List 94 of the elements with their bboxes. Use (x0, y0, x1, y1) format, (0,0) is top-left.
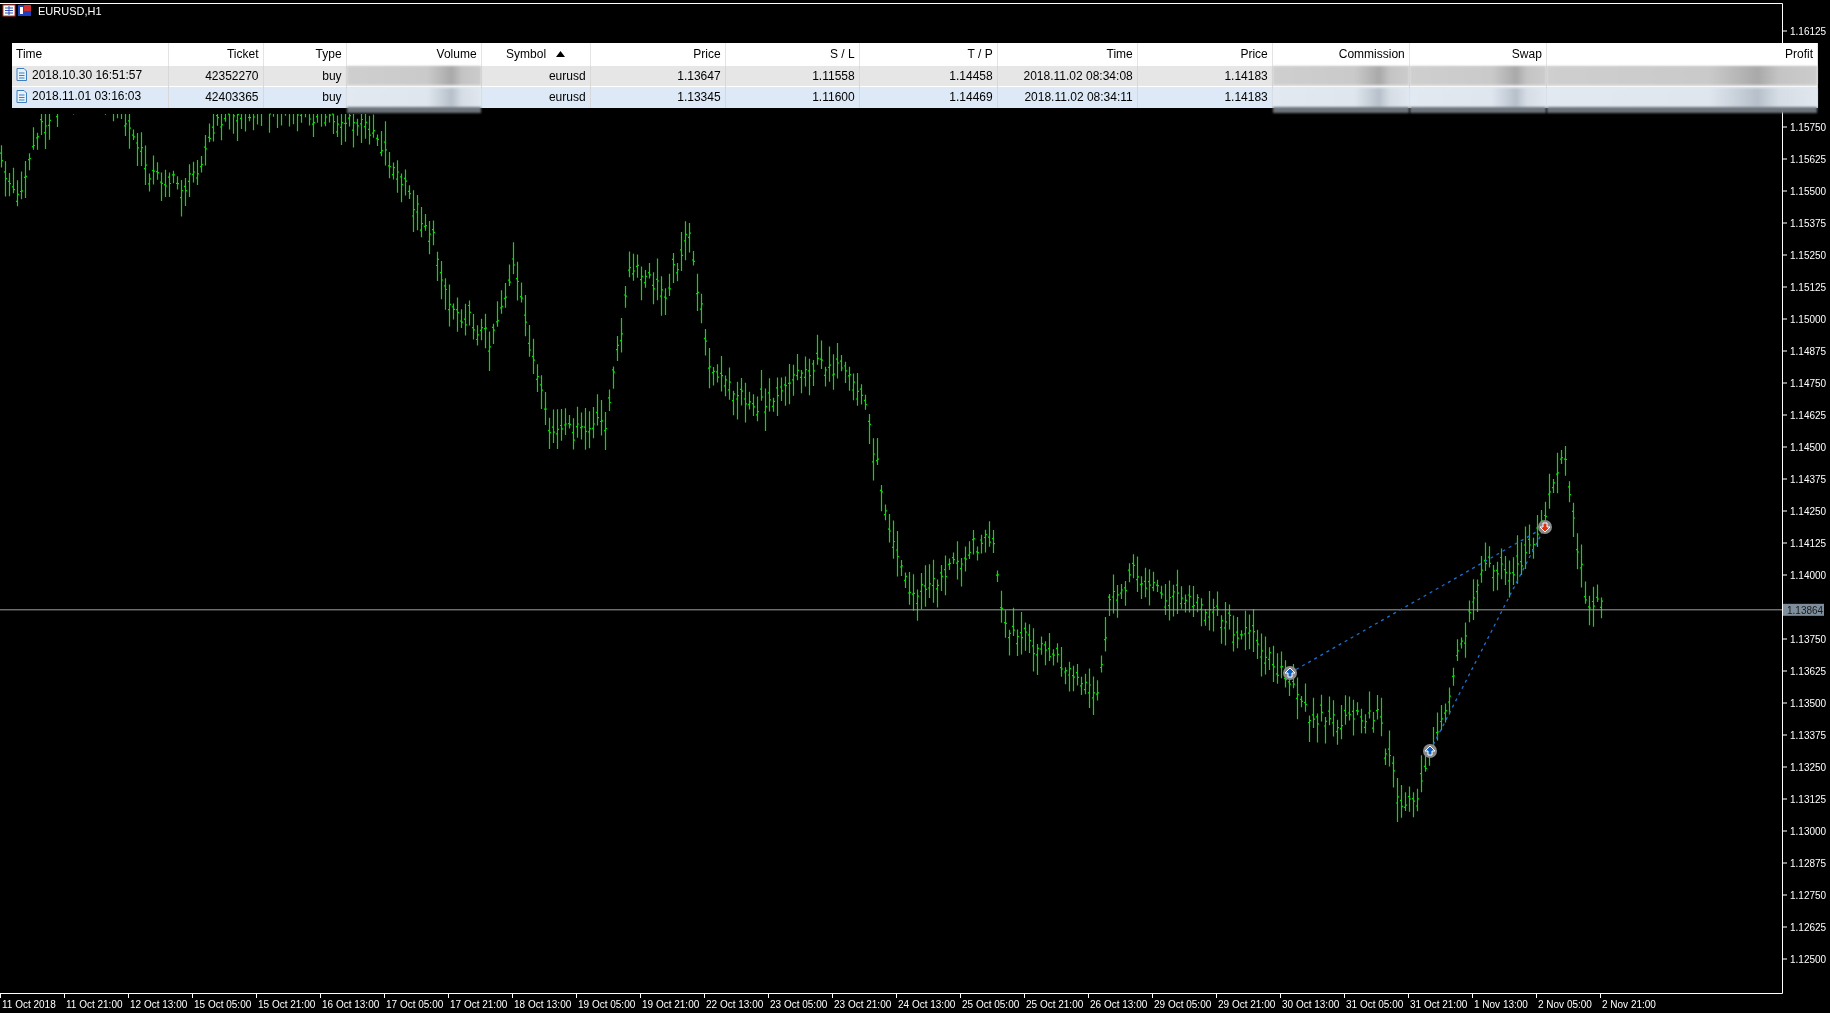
time-label: 11 Oct 21:00 (66, 999, 123, 1010)
time-label: 25 Oct 05:00 (962, 999, 1020, 1010)
price-label: 1.13250 (1790, 762, 1827, 773)
table-cell: eurusd (548, 68, 586, 83)
price-label: 1.14500 (1790, 442, 1827, 453)
sort-arrow-icon (556, 50, 566, 57)
price-label: 1.14000 (1790, 570, 1827, 581)
column-header[interactable]: Time (12, 43, 169, 65)
column-header[interactable]: Type (263, 43, 347, 65)
table-cell: 1.11600 (812, 90, 855, 105)
time-label: 18 Oct 13:00 (514, 999, 572, 1010)
column-header[interactable]: Ticket (168, 43, 264, 65)
price-label: 1.15500 (1790, 186, 1827, 197)
table-cell: 42352270 (205, 68, 259, 83)
table-cell: 42403365 (205, 90, 259, 105)
time-label: 22 Oct 13:00 (706, 999, 764, 1010)
time-label: 16 Oct 13:00 (322, 999, 380, 1010)
time-label: 23 Oct 21:00 (834, 999, 892, 1010)
time-label: 31 Oct 05:00 (1346, 999, 1404, 1010)
time-label: 2 Nov 21:00 (1602, 999, 1656, 1010)
column-header[interactable]: Volume (346, 43, 482, 65)
document-icon (16, 89, 27, 103)
flag-icon (18, 5, 31, 16)
table-cell: 1.13647 (677, 68, 721, 83)
window-icon (2, 4, 16, 17)
column-header[interactable]: Swap (1409, 43, 1547, 65)
time-label: 12 Oct 13:00 (130, 999, 188, 1010)
time-label: 19 Oct 21:00 (642, 999, 700, 1010)
price-label: 1.13000 (1790, 826, 1827, 837)
price-label: 1.15250 (1790, 250, 1827, 261)
time-label: 24 Oct 13:00 (898, 999, 956, 1010)
table-cell: 1.11558 (812, 68, 855, 83)
price-label: 1.12500 (1790, 954, 1827, 965)
chart-title: EURUSD,H1 (38, 5, 102, 17)
price-label: 1.14875 (1790, 346, 1827, 357)
buy-arrow-icon (1423, 744, 1437, 758)
price-label: 1.14375 (1790, 474, 1827, 485)
price-label: 1.14750 (1790, 378, 1827, 389)
column-header[interactable]: T / P (859, 43, 998, 65)
time-label: 31 Oct 21:00 (1410, 999, 1468, 1010)
price-label: 1.12625 (1790, 922, 1827, 933)
time-label: 26 Oct 13:00 (1090, 999, 1148, 1010)
price-label: 1.12875 (1790, 858, 1827, 869)
time-label: 11 Oct 2018 (2, 999, 56, 1010)
time-label: 23 Oct 05:00 (770, 999, 828, 1010)
time-label: 2 Nov 05:00 (1538, 999, 1592, 1010)
price-label: 1.13500 (1790, 698, 1827, 709)
current-price-tag: 1.13864 (1783, 603, 1824, 616)
buy-arrow-icon (1283, 666, 1297, 680)
price-label: 1.15625 (1790, 154, 1827, 165)
time-label: 15 Oct 05:00 (194, 999, 252, 1010)
table-cell-text: 2018.11.01 03:16:03 (32, 88, 142, 105)
table-cell: 1.14458 (949, 68, 993, 83)
time-label: 25 Oct 21:00 (1026, 999, 1084, 1010)
column-header[interactable]: Profit (1546, 43, 1818, 65)
price-label: 1.12750 (1790, 890, 1827, 901)
table-cell-text: 2018.10.30 16:51:57 (32, 66, 143, 84)
time-label: 29 Oct 21:00 (1218, 999, 1276, 1010)
time-label: 15 Oct 21:00 (258, 999, 316, 1010)
price-label: 1.15125 (1790, 282, 1827, 293)
document-icon (16, 68, 27, 81)
table-cell: buy (322, 90, 342, 105)
column-header[interactable]: Symbol (481, 43, 591, 65)
time-label: 17 Oct 21:00 (450, 999, 508, 1010)
price-label: 1.14625 (1790, 410, 1827, 421)
table-cell: 1.14183 (1224, 90, 1268, 105)
time-label: 17 Oct 05:00 (386, 999, 444, 1010)
table-cell: buy (322, 68, 342, 83)
table-cell: 1.14469 (949, 90, 993, 105)
price-label: 1.14250 (1790, 506, 1827, 517)
column-header[interactable]: Price (1137, 43, 1273, 65)
table-cell: 2018.11.02 08:34:11 (1024, 90, 1133, 105)
price-label: 1.15375 (1790, 218, 1827, 229)
sell-arrow-icon (1538, 520, 1552, 534)
time-label: 1 Nov 13:00 (1474, 999, 1528, 1010)
price-label: 1.15000 (1790, 314, 1827, 325)
column-header[interactable]: S / L (725, 43, 860, 65)
time-label: 29 Oct 05:00 (1154, 999, 1212, 1010)
price-label: 1.13625 (1790, 666, 1827, 677)
column-header[interactable]: Time (997, 43, 1138, 65)
time-label: 19 Oct 05:00 (578, 999, 636, 1010)
table-cell: 1.13345 (677, 90, 721, 105)
table-cell: eurusd (548, 90, 586, 105)
price-label: 1.14125 (1790, 538, 1827, 549)
table-cell: 2018.11.02 08:34:08 (1023, 68, 1133, 83)
price-label: 1.16125 (1790, 26, 1827, 37)
price-label: 1.13125 (1790, 794, 1827, 805)
time-label: 30 Oct 13:00 (1282, 999, 1340, 1010)
column-header[interactable]: Price (590, 43, 726, 65)
price-label: 1.15750 (1790, 122, 1827, 133)
column-header[interactable]: Commission (1272, 43, 1410, 65)
table-cell: 1.14183 (1224, 68, 1268, 83)
price-label: 1.13375 (1790, 730, 1827, 741)
price-label: 1.13750 (1790, 634, 1827, 645)
